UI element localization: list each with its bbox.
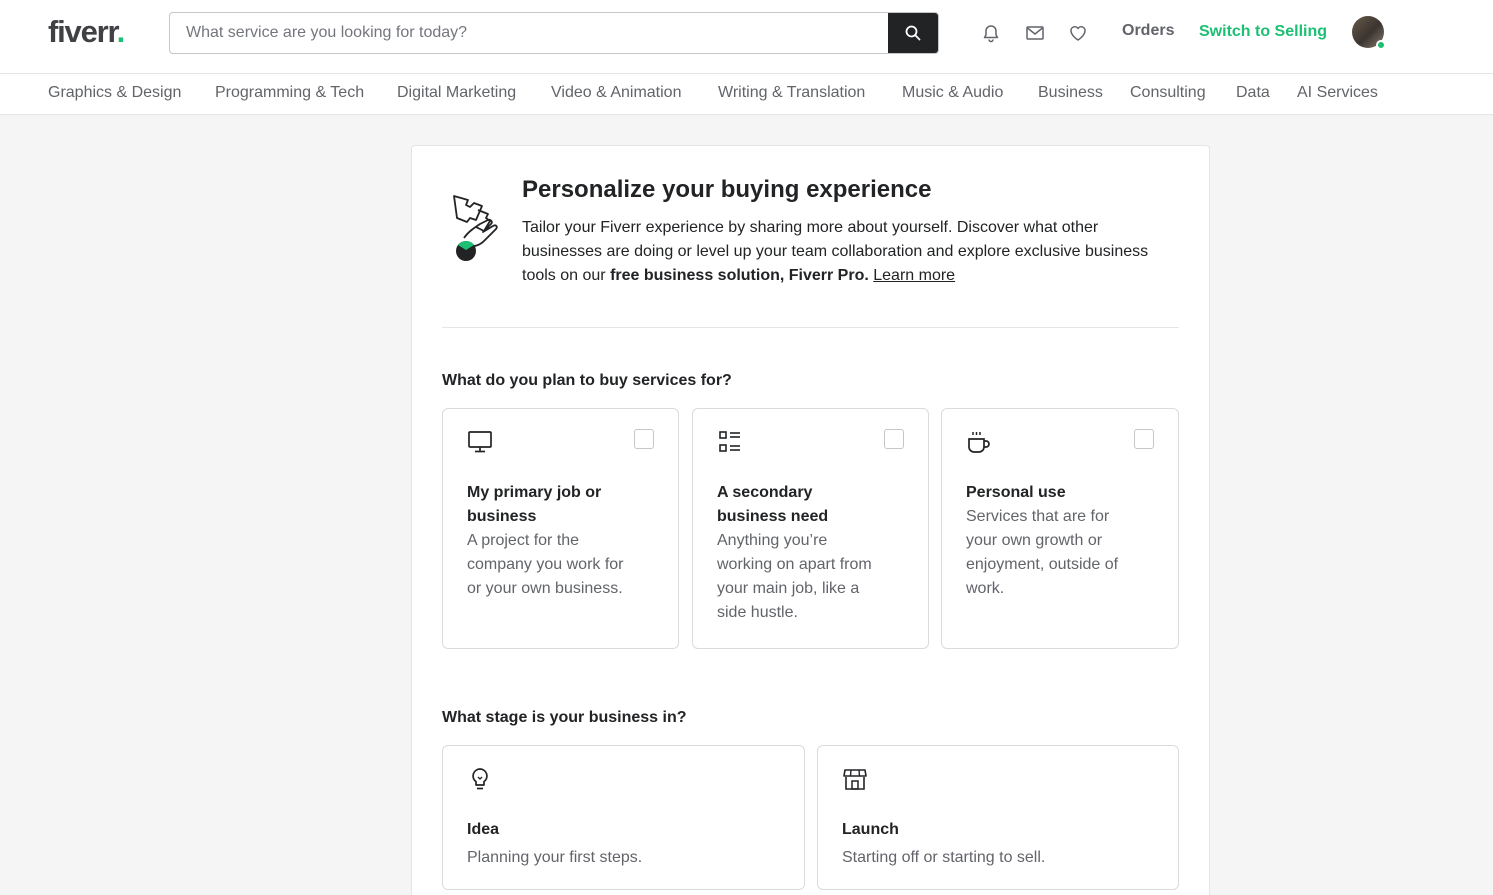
list-icon [717, 429, 743, 455]
category-writing-translation[interactable]: Writing & Translation [718, 84, 865, 102]
option-title: Idea [467, 821, 500, 838]
notifications-button[interactable] [980, 22, 1002, 44]
option-description: A project for the company you work for o… [467, 532, 624, 597]
purpose-question: What do you plan to buy services for? [442, 372, 732, 389]
category-nav: Graphics & Design Programming & Tech Dig… [0, 74, 1493, 115]
option-description: Starting off or starting to sell. [842, 849, 1046, 866]
learn-more-link[interactable]: Learn more [873, 267, 955, 284]
option-idea[interactable]: Idea Planning your first steps. [442, 745, 805, 890]
category-graphics-design[interactable]: Graphics & Design [48, 84, 181, 102]
divider [442, 327, 1179, 328]
online-status-dot [1376, 40, 1386, 50]
option-title: Launch [842, 821, 899, 838]
category-video-animation[interactable]: Video & Animation [551, 84, 681, 102]
storefront-icon [842, 766, 868, 792]
page-title: Personalize your buying experience [522, 176, 932, 203]
puzzle-hand-icon [442, 192, 506, 262]
category-ai-services[interactable]: AI Services [1297, 84, 1378, 102]
orders-link[interactable]: Orders [1122, 22, 1174, 40]
checkbox[interactable] [634, 429, 654, 449]
option-personal-use[interactable]: Personal use Services that are for your … [941, 408, 1179, 649]
personalize-card: Personalize your buying experience Tailo… [411, 145, 1210, 895]
category-music-audio[interactable]: Music & Audio [902, 84, 1003, 102]
category-digital-marketing[interactable]: Digital Marketing [397, 84, 516, 102]
messages-button[interactable] [1024, 22, 1046, 44]
option-secondary-need[interactable]: A secondary business need Anything you’r… [692, 408, 929, 649]
favorites-button[interactable] [1067, 22, 1089, 44]
envelope-icon [1026, 26, 1044, 40]
fiverr-logo[interactable]: fiverr. [48, 14, 125, 50]
option-title: My primary job or business [467, 484, 602, 525]
category-programming-tech[interactable]: Programming & Tech [215, 84, 364, 102]
search-bar [169, 12, 939, 54]
option-description: Anything you’re working on apart from yo… [717, 532, 872, 621]
monitor-icon [467, 429, 493, 455]
top-header: fiverr. Orders Switch to Selling [0, 0, 1493, 74]
switch-to-selling-link[interactable]: Switch to Selling [1199, 23, 1327, 41]
option-primary-job[interactable]: My primary job or business A project for… [442, 408, 679, 649]
bell-icon [983, 25, 999, 43]
option-description: Services that are for your own growth or… [966, 508, 1119, 597]
option-title: A secondary business need [717, 484, 829, 525]
category-consulting[interactable]: Consulting [1130, 84, 1206, 102]
checkbox[interactable] [884, 429, 904, 449]
search-button[interactable] [888, 13, 938, 53]
checkbox[interactable] [1134, 429, 1154, 449]
lightbulb-icon [467, 766, 493, 792]
option-title: Personal use [966, 484, 1066, 501]
stage-question: What stage is your business in? [442, 709, 687, 726]
option-launch[interactable]: Launch Starting off or starting to sell. [817, 745, 1179, 890]
category-data[interactable]: Data [1236, 84, 1270, 102]
search-icon [905, 25, 921, 41]
coffee-cup-icon [966, 429, 992, 455]
category-business[interactable]: Business [1038, 84, 1103, 102]
heart-icon [1070, 26, 1086, 41]
intro-description: Tailor your Fiverr experience by sharing… [522, 219, 1149, 284]
avatar[interactable] [1352, 16, 1386, 50]
option-description: Planning your first steps. [467, 849, 643, 866]
search-input[interactable] [170, 13, 890, 53]
